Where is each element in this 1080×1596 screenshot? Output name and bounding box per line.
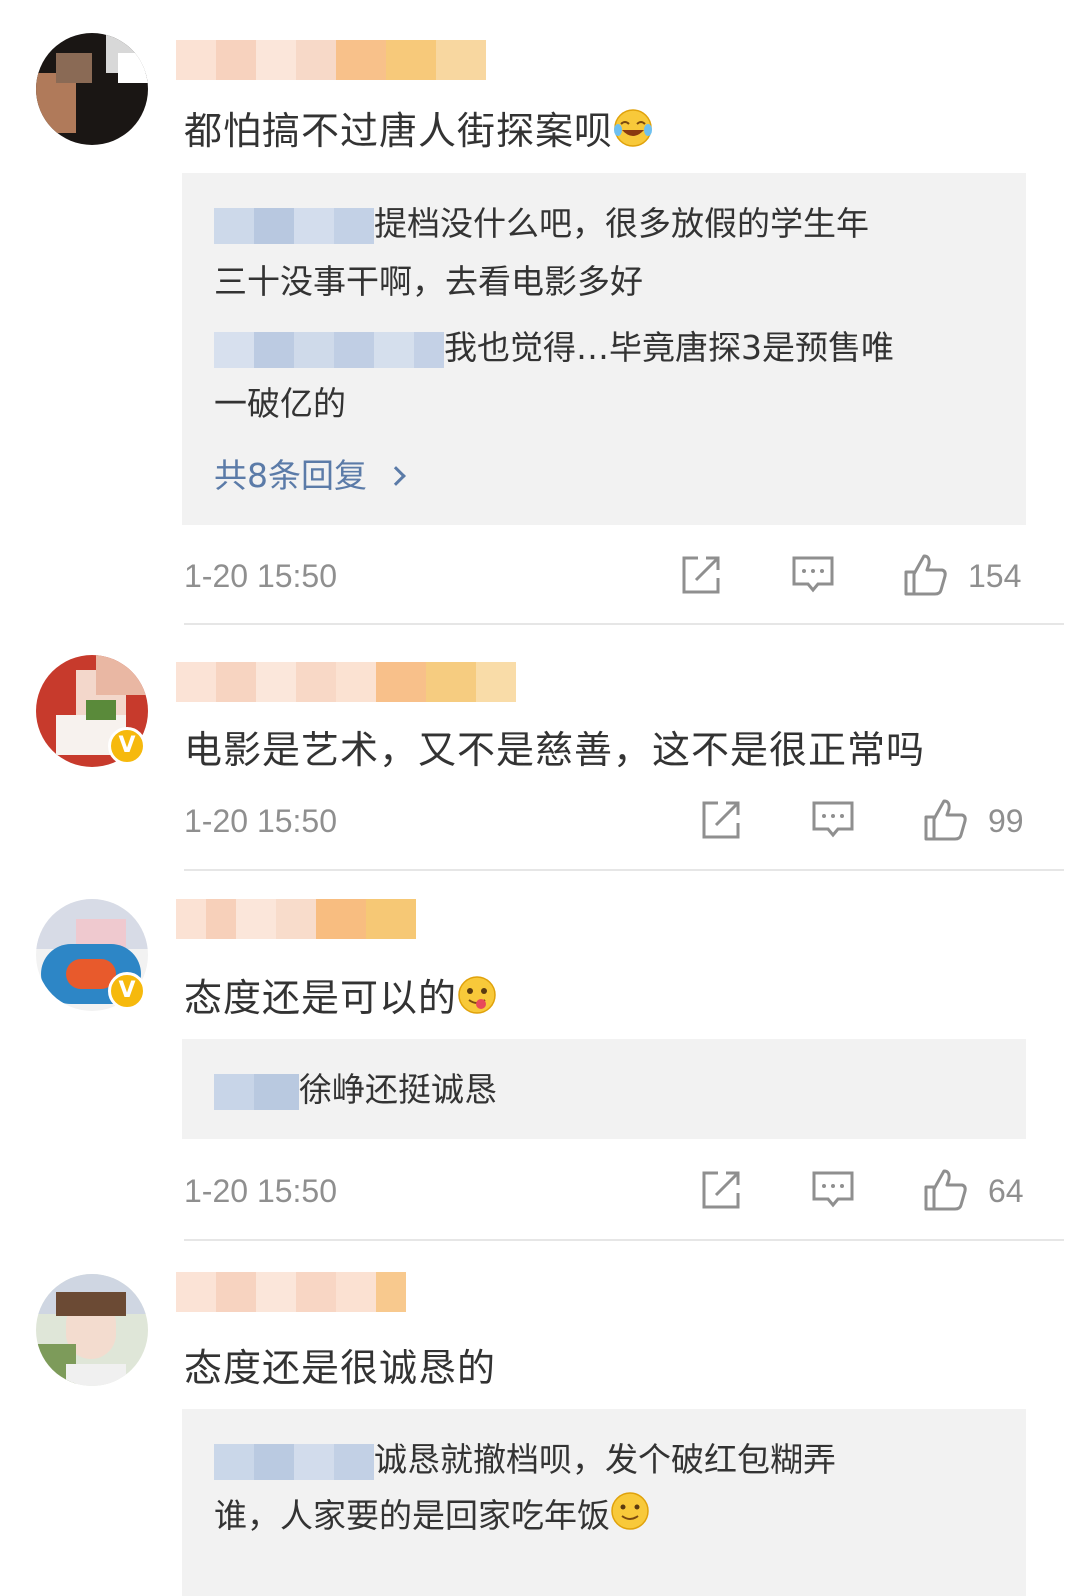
share-icon[interactable] (678, 552, 724, 598)
comment-text-body: 电影是艺术，又不是慈善，这不是很正常吗 (184, 728, 926, 772)
comment-text-body: 都怕搞不过唐人街探案呗 (184, 109, 614, 153)
comment-icon[interactable] (810, 797, 856, 843)
reply-username-blurred[interactable] (214, 1443, 374, 1480)
reply-text-continued: 谁，人家要的是回家吃年饭 (214, 1487, 1004, 1545)
comment-text: 电影是艺术，又不是慈善，这不是很正常吗 (184, 719, 925, 774)
username-blurred[interactable] (176, 899, 416, 939)
comment-text: 态度还是很诚恳的 (184, 1337, 496, 1392)
timestamp: 1-20 15:50 (184, 803, 338, 839)
avatar[interactable] (36, 33, 148, 145)
thumbs-up-icon[interactable] (922, 1167, 968, 1213)
reply-item[interactable]: 徐峥还挺诚恳 (214, 1061, 1004, 1119)
reply-preview-box[interactable]: 诚恳就撤档呗，发个破红包糊弄 谁，人家要的是回家吃年饭 (182, 1409, 1026, 1596)
view-all-replies-label: 共8条回复 (214, 456, 367, 495)
comment-icon[interactable] (790, 552, 836, 598)
share-icon[interactable] (698, 1167, 744, 1213)
reply-username-blurred[interactable] (214, 331, 444, 368)
avatar[interactable] (36, 1274, 148, 1386)
reply-text-continued: 一破亿的 (214, 384, 346, 423)
comment-meta-bar: 1-20 15:50 154 (184, 552, 1026, 602)
reply-text: 我也觉得…毕竟唐探3是预售唯 (444, 328, 894, 367)
comment-text: 都怕搞不过唐人街探案呗 (184, 100, 653, 155)
reply-text: 徐峥还挺诚恳 (299, 1070, 497, 1109)
smile-emoji-icon (611, 1492, 649, 1530)
username-blurred[interactable] (176, 1272, 406, 1312)
comment-icon[interactable] (810, 1167, 856, 1213)
reply-item[interactable]: 诚恳就撤档呗，发个破红包糊弄 (214, 1431, 1004, 1489)
comment-meta-bar: 1-20 15:50 99 (184, 797, 1026, 847)
reply-text: 谁，人家要的是回家吃年饭 (214, 1496, 610, 1535)
comment-text-body: 态度还是可以的 (184, 976, 458, 1020)
laughing-tears-emoji-icon (614, 109, 653, 147)
reply-preview-box[interactable]: 提档没什么吧，很多放假的学生年 三十没事干啊，去看电影多好 我也觉得…毕竟唐探3… (182, 173, 1026, 525)
reply-item[interactable]: 提档没什么吧，很多放假的学生年 (214, 195, 1004, 253)
username-blurred[interactable] (176, 662, 516, 702)
reply-preview-box[interactable]: 徐峥还挺诚恳 (182, 1039, 1026, 1139)
thumbs-up-icon[interactable] (902, 552, 948, 598)
chevron-right-icon (386, 466, 406, 486)
comment-item: 态度还是很诚恳的 诚恳就撤档呗，发个破红包糊弄 谁，人家要的是回家吃年饭 (0, 1241, 1080, 1596)
verified-badge-icon: V (108, 972, 146, 1010)
timestamp: 1-20 15:50 (184, 558, 338, 594)
reply-text: 诚恳就撤档呗，发个破红包糊弄 (374, 1440, 836, 1479)
reply-text: 提档没什么吧，很多放假的学生年 (374, 204, 869, 243)
share-icon[interactable] (698, 797, 744, 843)
reply-username-blurred[interactable] (214, 1073, 299, 1110)
verified-badge-icon: V (108, 727, 146, 765)
comment-item: V 态度还是可以的 徐峥还挺诚恳 1-20 15:50 64 (0, 871, 1080, 1241)
username-blurred[interactable] (176, 40, 486, 80)
thumbs-up-icon[interactable] (922, 797, 968, 843)
reply-text-continued: 三十没事干啊，去看电影多好 (214, 262, 643, 301)
like-count: 99 (988, 803, 1024, 839)
timestamp: 1-20 15:50 (184, 1173, 338, 1209)
comment-item: 都怕搞不过唐人街探案呗 提档没什么吧，很多放假的学生年 三十没事干啊，去看电影多… (0, 0, 1080, 625)
like-count: 64 (988, 1173, 1024, 1209)
reply-item[interactable]: 我也觉得…毕竟唐探3是预售唯 (214, 319, 1004, 377)
reply-username-blurred[interactable] (214, 207, 374, 244)
view-all-replies-link[interactable]: 共8条回复 (214, 449, 406, 497)
comment-text: 态度还是可以的 (184, 967, 497, 1022)
tongue-out-emoji-icon (458, 976, 496, 1014)
comment-item: V 电影是艺术，又不是慈善，这不是很正常吗 1-20 15:50 99 (0, 625, 1080, 871)
like-count: 154 (968, 558, 1022, 594)
comment-meta-bar: 1-20 15:50 64 (184, 1167, 1026, 1217)
comment-text-body: 态度还是很诚恳的 (184, 1346, 497, 1390)
